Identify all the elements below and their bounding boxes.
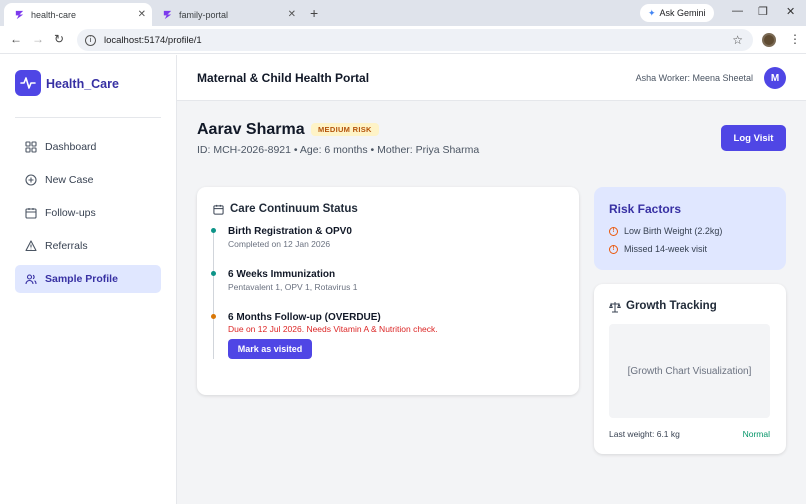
avatar[interactable]: M <box>764 67 786 89</box>
logo <box>15 70 41 96</box>
timeline-event-title: Birth Registration & OPV0 <box>228 226 352 237</box>
browser-tab-health-care[interactable]: health-care ✕ <box>4 3 152 26</box>
calendar-icon <box>25 208 37 219</box>
risk-factors-title: Risk Factors <box>609 202 682 216</box>
patient-meta: ID: MCH-2026-8921 • Age: 6 months • Moth… <box>197 144 480 156</box>
risk-factor-label: Low Birth Weight (2.2kg) <box>624 226 723 236</box>
sparkle-icon: ✦ <box>648 7 656 18</box>
warning-circle-icon: ! <box>609 244 618 254</box>
reload-icon[interactable]: ↻ <box>54 32 64 46</box>
address-bar[interactable]: i localhost:5174/profile/1 ☆ <box>77 29 753 51</box>
timeline-event-sub: Pentavalent 1, OPV 1, Rotavirus 1 <box>228 282 358 292</box>
calendar-icon <box>213 204 224 215</box>
site-info-icon[interactable]: i <box>85 34 96 46</box>
sidebar-item-sample-profile[interactable]: Sample Profile <box>15 265 161 293</box>
sidebar-item-new-case[interactable]: New Case <box>15 166 161 194</box>
app-header: Maternal & Child Health Portal Asha Work… <box>177 55 806 101</box>
care-continuum-card: Care Continuum Status Birth Registration… <box>197 187 579 395</box>
browser-tab-strip: health-care ✕ family-portal ✕ + ✦ Ask Ge… <box>0 0 806 26</box>
browser-menu-icon[interactable]: ⋮ <box>789 32 801 46</box>
sidebar-divider <box>15 117 161 118</box>
app-favicon-icon <box>163 10 172 20</box>
back-arrow-icon[interactable]: ← <box>10 32 22 46</box>
pulse-icon <box>20 77 36 89</box>
page-title: Maternal & Child Health Portal <box>197 71 370 85</box>
alert-triangle-icon <box>25 240 37 252</box>
browser-toolbar: ← → ↻ i localhost:5174/profile/1 ☆ <box>0 26 806 54</box>
scale-icon <box>609 302 621 313</box>
sidebar-item-label: Sample Profile <box>45 273 118 285</box>
growth-tracking-title: Growth Tracking <box>626 300 717 312</box>
brand-name: Health_Care <box>46 77 119 91</box>
risk-factor-item: ! Low Birth Weight (2.2kg) <box>609 226 722 236</box>
app-favicon-icon <box>15 10 24 20</box>
users-icon <box>25 274 37 285</box>
tab-close-icon[interactable]: ✕ <box>288 9 296 20</box>
bookmark-star-icon[interactable]: ☆ <box>732 33 743 47</box>
sidebar-item-follow-ups[interactable]: Follow-ups <box>15 199 161 227</box>
tab-label: family-portal <box>179 9 229 20</box>
asha-worker-label: Asha Worker: Meena Sheetal <box>635 73 753 83</box>
timeline-dot-done <box>211 271 216 276</box>
timeline-event-sub: Due on 12 Jul 2026. Needs Vitamin A & Nu… <box>228 324 438 334</box>
browser-tab-family-portal[interactable]: family-portal ✕ <box>152 3 302 26</box>
forward-arrow-icon[interactable]: → <box>32 32 44 46</box>
growth-status-text: Normal <box>742 429 770 439</box>
timeline-dot-done <box>211 228 216 233</box>
timeline-event-sub: Completed on 12 Jan 2026 <box>228 239 331 249</box>
main-content: Aarav Sharma MEDIUM RISK ID: MCH-2026-89… <box>177 101 806 504</box>
ask-gemini-button[interactable]: ✦ Ask Gemini <box>640 4 714 22</box>
minimize-icon[interactable]: — <box>732 5 743 17</box>
sidebar-item-referrals[interactable]: Referrals <box>15 232 161 260</box>
url-text: localhost:5174/profile/1 <box>104 34 202 46</box>
timeline-dot-overdue <box>211 314 216 319</box>
plus-circle-icon <box>25 174 37 186</box>
timeline-event-title: 6 Months Follow-up (OVERDUE) <box>228 312 381 323</box>
warning-circle-icon: ! <box>609 226 618 236</box>
growth-chart-placeholder: [Growth Chart Visualization] <box>609 324 770 418</box>
growth-tracking-card: Growth Tracking [Growth Chart Visualizat… <box>594 284 786 454</box>
log-visit-button[interactable]: Log Visit <box>721 125 786 151</box>
window-close-icon[interactable]: ✕ <box>786 5 795 18</box>
grid-icon <box>25 141 37 153</box>
sidebar-item-label: Follow-ups <box>45 207 96 219</box>
tab-close-icon[interactable]: ✕ <box>138 9 146 20</box>
new-tab-icon[interactable]: + <box>310 5 318 21</box>
risk-factors-card: Risk Factors ! Low Birth Weight (2.2kg) … <box>594 187 786 270</box>
sidebar: Health_Care Dashboard New Case Follow-up… <box>0 55 177 504</box>
ask-gemini-label: Ask Gemini <box>659 8 706 18</box>
mark-as-visited-button[interactable]: Mark as visited <box>228 339 312 359</box>
care-continuum-title: Care Continuum Status <box>230 203 358 215</box>
risk-factor-item: ! Missed 14-week visit <box>609 244 707 254</box>
sidebar-item-label: Dashboard <box>45 141 97 153</box>
tab-label: health-care <box>31 9 77 20</box>
timeline-line <box>213 231 214 359</box>
last-weight-text: Last weight: 6.1 kg <box>609 429 680 439</box>
risk-factor-label: Missed 14-week visit <box>624 244 708 254</box>
risk-badge: MEDIUM RISK <box>311 123 379 136</box>
patient-name: Aarav Sharma <box>197 121 305 138</box>
restore-icon[interactable]: ❐ <box>758 5 768 18</box>
sidebar-item-dashboard[interactable]: Dashboard <box>15 133 161 161</box>
timeline-event-title: 6 Weeks Immunization <box>228 269 336 280</box>
sidebar-item-label: Referrals <box>45 240 88 252</box>
sidebar-item-label: New Case <box>45 174 94 186</box>
browser-profile-avatar[interactable] <box>762 33 776 47</box>
